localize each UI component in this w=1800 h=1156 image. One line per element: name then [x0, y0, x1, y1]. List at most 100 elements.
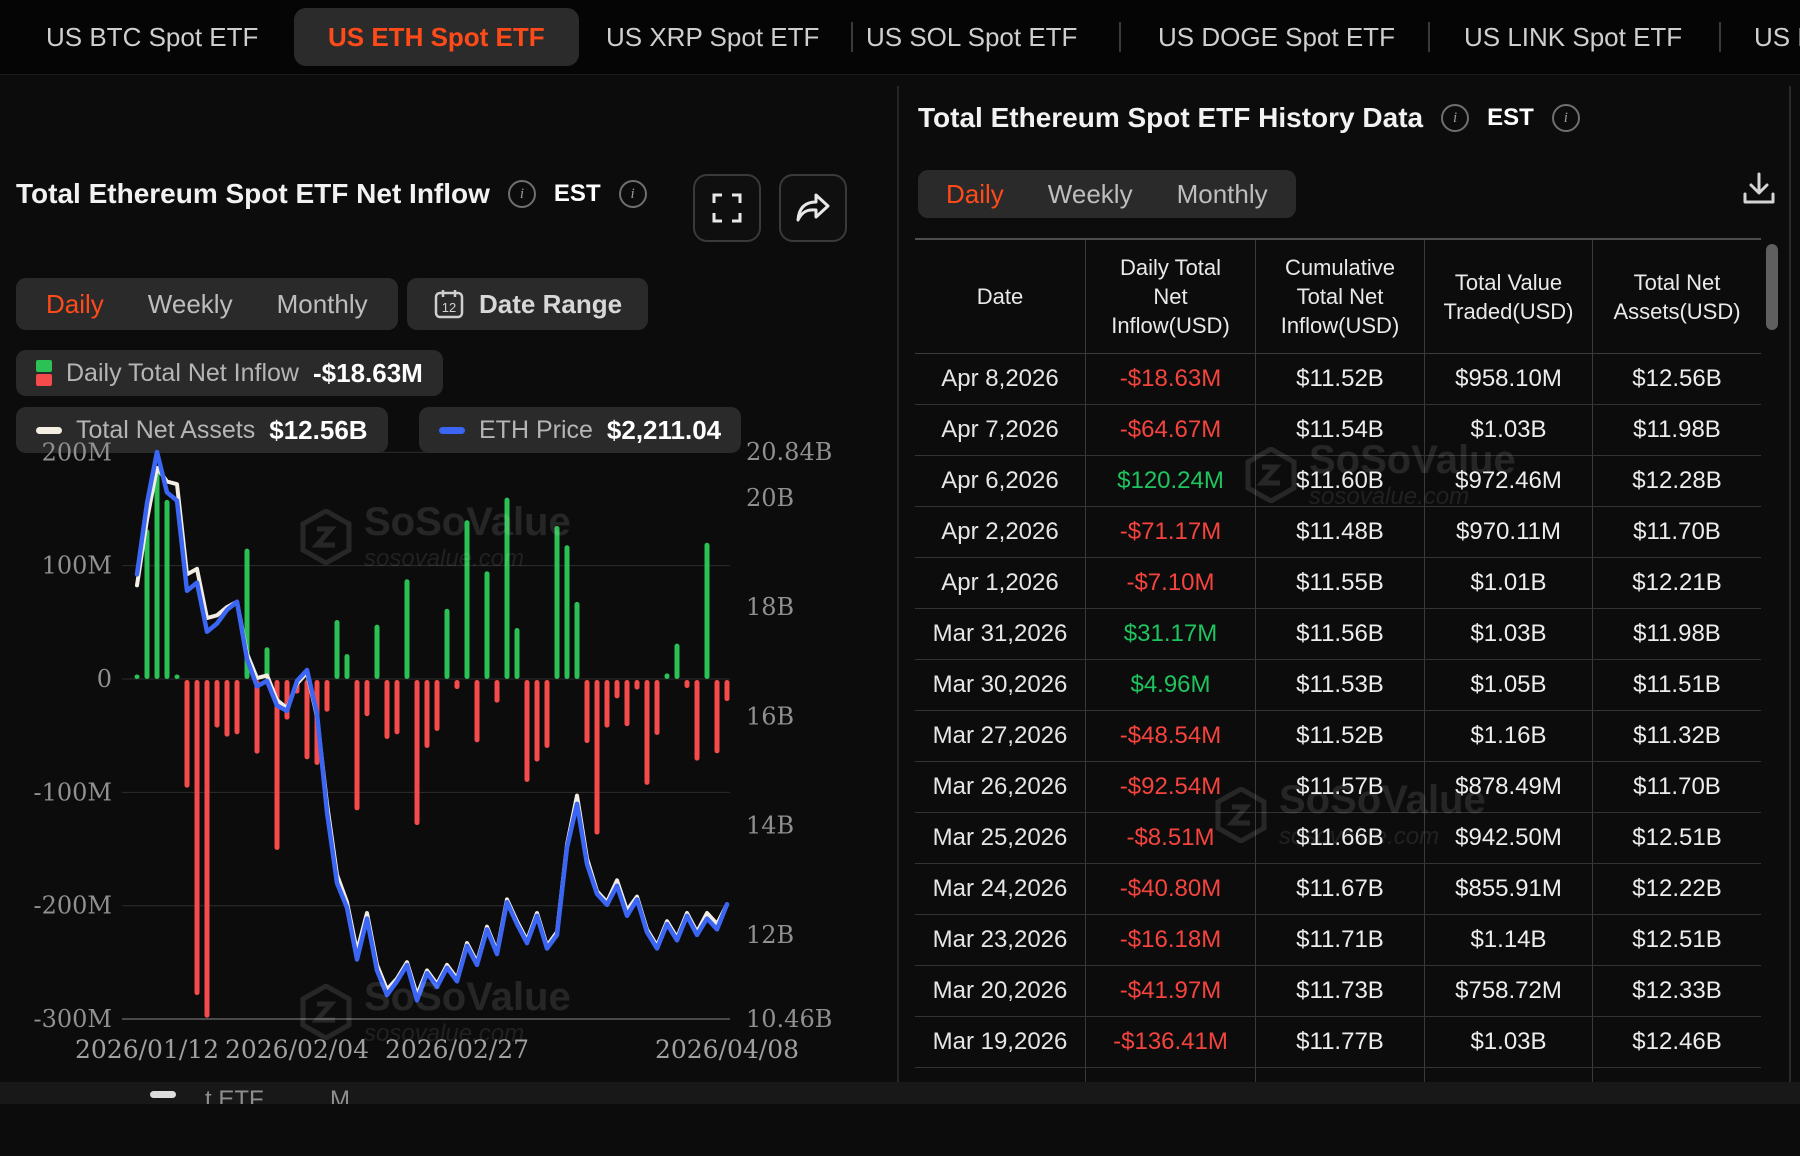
table-row: Mar 25,2026-$8.51M$11.66B$942.50M$12.51B [915, 813, 1761, 864]
x-axis-tick: 2026/02/27 [385, 1035, 529, 1064]
info-icon[interactable]: i [1441, 104, 1469, 132]
inflow-bar [545, 680, 550, 748]
tab-us-doge-spot-etf[interactable]: US DOGE Spot ETF [1158, 0, 1395, 74]
table-scrollbar[interactable] [1766, 244, 1778, 330]
cumulative-inflow-cell: $11.55B [1255, 558, 1424, 608]
bottom-strip: t ETF M [0, 1082, 1800, 1104]
inflow-bar [715, 680, 720, 753]
cumulative-inflow-cell: $11.53B [1255, 660, 1424, 710]
daily-inflow-cell: -$41.97M [1085, 966, 1255, 1016]
date-cell: Mar 23,2026 [915, 915, 1085, 965]
value-traded-cell: $1.03B [1424, 405, 1592, 455]
daily-inflow-cell: -$48.54M [1085, 711, 1255, 761]
date-cell: Mar 18,2026 [915, 1068, 1085, 1082]
net-assets-cell: $12.87B [1592, 1068, 1761, 1082]
inflow-bar [195, 680, 200, 995]
y-axis-tick-left: 100M [42, 552, 112, 580]
net-assets-cell: $12.51B [1592, 813, 1761, 863]
inflow-bar [145, 529, 150, 679]
inflow-bar [655, 680, 660, 735]
value-traded-cell: $942.50M [1424, 813, 1592, 863]
date-cell: Apr 6,2026 [915, 456, 1085, 506]
inflow-bar [495, 680, 500, 703]
cumulative-inflow-cell: $11.52B [1255, 711, 1424, 761]
value-traded-cell: $1.03B [1424, 1017, 1592, 1067]
inflow-bar [365, 680, 370, 716]
daily-inflow-cell: $4.96M [1085, 660, 1255, 710]
inflow-bar [325, 680, 330, 712]
inflow-bar [235, 680, 240, 734]
value-traded-cell: $972.46M [1424, 456, 1592, 506]
table-row: Mar 26,2026-$92.54M$11.57B$878.49M$11.70… [915, 762, 1761, 813]
net-assets-cell: $12.33B [1592, 966, 1761, 1016]
net-assets-cell: $12.22B [1592, 864, 1761, 914]
inflow-bar [335, 620, 340, 679]
net-inflow-chart[interactable]: 200M100M0-100M-200M-300M20.84B20B18B16B1… [0, 74, 897, 1156]
table-row: Apr 6,2026$120.24M$11.60B$972.46M$12.28B [915, 456, 1761, 507]
daily-inflow-cell: -$8.51M [1085, 813, 1255, 863]
y-axis-tick-left: -300M [34, 1005, 113, 1033]
table-row: Mar 27,2026-$48.54M$11.52B$1.16B$11.32B [915, 711, 1761, 762]
date-cell: Mar 30,2026 [915, 660, 1085, 710]
inflow-bar [165, 500, 170, 679]
history-table[interactable]: DateDaily TotalNetInflow(USD)CumulativeT… [915, 238, 1761, 1082]
value-traded-cell: $1.18B [1424, 1068, 1592, 1082]
table-row: Apr 2,2026-$71.17M$11.48B$970.11M$11.70B [915, 507, 1761, 558]
clipped-legend-text: t ETF [205, 1086, 264, 1104]
info-icon[interactable]: i [1552, 104, 1580, 132]
period-weekly[interactable]: Weekly [1026, 179, 1155, 210]
tab-us-sol-spot-etf[interactable]: US SOL Spot ETF [866, 0, 1077, 74]
tab-bar: US BTC Spot ETF US ETH Spot ETF US XRP Spo… [0, 0, 1800, 75]
net-assets-cell: $11.98B [1592, 609, 1761, 659]
daily-inflow-cell: -$55.70M [1085, 1068, 1255, 1082]
cumulative-inflow-cell: $11.67B [1255, 864, 1424, 914]
inflow-bar [455, 680, 460, 689]
inflow-bar [695, 680, 700, 761]
inflow-bar [355, 680, 360, 810]
daily-inflow-cell: -$18.63M [1085, 354, 1255, 404]
cumulative-inflow-cell: $11.73B [1255, 966, 1424, 1016]
value-traded-cell: $1.01B [1424, 558, 1592, 608]
date-cell: Apr 1,2026 [915, 558, 1085, 608]
x-axis-tick: 2026/02/04 [225, 1035, 369, 1064]
table-header-row: DateDaily TotalNetInflow(USD)CumulativeT… [915, 238, 1761, 354]
daily-inflow-cell: -$92.54M [1085, 762, 1255, 812]
date-cell: Mar 24,2026 [915, 864, 1085, 914]
date-cell: Mar 31,2026 [915, 609, 1085, 659]
inflow-bar [525, 680, 530, 782]
date-cell: Apr 7,2026 [915, 405, 1085, 455]
y-axis-tick-right: 16B [746, 702, 794, 730]
download-icon [1741, 170, 1777, 206]
tab-us-btc-spot-etf[interactable]: US BTC Spot ETF [46, 0, 258, 74]
period-daily[interactable]: Daily [924, 179, 1026, 210]
inflow-bar [605, 680, 610, 728]
inflow-bar [415, 680, 420, 825]
download-button[interactable] [1741, 170, 1777, 211]
tab-us-link-spot-etf[interactable]: US LINK Spot ETF [1464, 0, 1682, 74]
y-axis-tick-left: -100M [34, 778, 113, 806]
table-row: Mar 24,2026-$40.80M$11.67B$855.91M$12.22… [915, 864, 1761, 915]
inflow-bar [565, 545, 570, 679]
inflow-bar [465, 520, 470, 679]
net-assets-cell: $11.70B [1592, 507, 1761, 557]
cumulative-inflow-cell: $11.57B [1255, 762, 1424, 812]
inflow-bar [665, 673, 670, 679]
inflow-bar [425, 680, 430, 748]
left-panel: Total Ethereum Spot ETF Net Inflow i EST… [0, 74, 897, 1082]
daily-inflow-cell: -$71.17M [1085, 507, 1255, 557]
net-assets-cell: $12.21B [1592, 558, 1761, 608]
column-header-date: Date [915, 240, 1085, 353]
inflow-bar [685, 680, 690, 688]
net-assets-cell: $12.28B [1592, 456, 1761, 506]
net-assets-cell: $12.56B [1592, 354, 1761, 404]
inflow-bar [435, 680, 440, 731]
tab-us-eth-spot-etf[interactable]: US ETH Spot ETF [294, 8, 579, 66]
value-traded-cell: $855.91M [1424, 864, 1592, 914]
period-monthly[interactable]: Monthly [1155, 179, 1290, 210]
cumulative-inflow-cell: $11.60B [1255, 456, 1424, 506]
tab-us-xrp-spot-etf[interactable]: US XRP Spot ETF [606, 0, 819, 74]
date-cell: Mar 25,2026 [915, 813, 1085, 863]
tab-us-h[interactable]: US H [1754, 0, 1800, 74]
daily-inflow-cell: -$64.67M [1085, 405, 1255, 455]
cumulative-inflow-cell: $11.71B [1255, 915, 1424, 965]
